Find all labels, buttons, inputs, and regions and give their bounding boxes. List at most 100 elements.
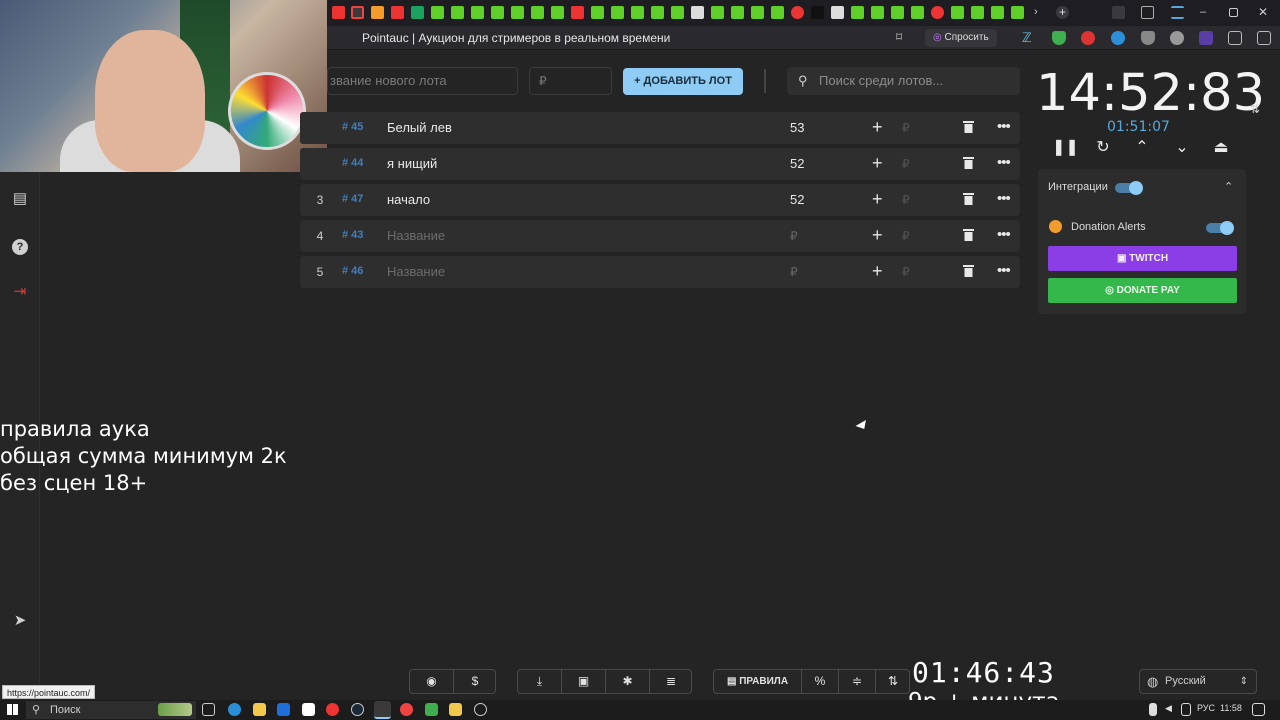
hd-tab-icon[interactable] <box>451 6 464 19</box>
trash-icon[interactable] <box>963 192 974 205</box>
download-icon[interactable]: ⤓ <box>518 670 561 693</box>
add-amount-icon[interactable]: + <box>872 112 883 143</box>
lot-amount[interactable]: 52 <box>790 148 804 180</box>
hd-tab-icon[interactable] <box>531 6 544 19</box>
hd-tab-icon[interactable] <box>911 6 924 19</box>
trash-icon[interactable] <box>963 156 974 169</box>
telegram-icon[interactable]: ➤ <box>10 611 30 631</box>
chevron-up-icon[interactable]: ⌃ <box>1131 137 1153 159</box>
github-tab-icon[interactable] <box>811 6 824 19</box>
hd-tab-icon[interactable] <box>591 6 604 19</box>
lot-extra-amount-input[interactable]: ₽ <box>902 148 910 180</box>
save-icon[interactable]: ▣ <box>562 670 605 693</box>
shield-extension-icon[interactable] <box>1052 31 1066 45</box>
github-icon[interactable]: ◉ <box>410 670 453 693</box>
clear-list-icon[interactable]: ≣ <box>650 670 692 693</box>
clock[interactable]: 11:58 <box>1220 703 1242 713</box>
hd-tab-icon[interactable] <box>511 6 524 19</box>
edge-icon[interactable] <box>228 703 241 716</box>
document-tab-icon[interactable] <box>691 6 704 19</box>
maximize-icon[interactable] <box>1229 8 1238 17</box>
more-options-icon[interactable]: ••• <box>997 220 1011 249</box>
file-explorer-icon[interactable] <box>253 703 266 716</box>
ask-ai-button[interactable]: ◎ Спросить <box>925 29 997 47</box>
tab-scroll-right-icon[interactable]: › <box>1034 6 1047 19</box>
privacy-extension-icon[interactable] <box>1141 31 1155 45</box>
browser-active-icon[interactable] <box>374 701 391 719</box>
lot-row[interactable]: 4 # 43 Название ₽ + ₽ ••• <box>300 220 1020 252</box>
more-options-icon[interactable]: ••• <box>997 112 1011 141</box>
lot-extra-amount-input[interactable]: ₽ <box>902 184 910 216</box>
swap-sort-icon[interactable]: ⇅ <box>1250 102 1260 116</box>
hd-tab-icon[interactable] <box>991 6 1004 19</box>
donate-dollar-icon[interactable]: $ <box>454 670 496 693</box>
app-icon[interactable] <box>425 703 438 716</box>
more-options-icon[interactable]: ••• <box>997 184 1011 213</box>
rules-button[interactable]: ▤ ПРАВИЛА <box>714 670 801 693</box>
percent-button[interactable]: % <box>802 670 838 693</box>
hd-tab-icon[interactable] <box>851 6 864 19</box>
lot-row[interactable]: # 44 я нищий 52 + ₽ ••• <box>300 148 1020 180</box>
language-select[interactable]: ◍ Русский ⇕ <box>1139 669 1257 694</box>
active-tab-icon[interactable] <box>351 6 364 19</box>
store-icon[interactable] <box>302 703 315 716</box>
clipboard-icon[interactable]: ▤ <box>10 189 30 209</box>
logout-icon[interactable]: ⇥ <box>10 282 30 302</box>
yandex-icon[interactable] <box>326 703 339 716</box>
lot-amount[interactable]: ₽ <box>790 220 798 252</box>
add-lot-button[interactable]: + ДОБАВИТЬ ЛОТ <box>623 68 743 95</box>
integrations-toggle[interactable] <box>1115 181 1143 195</box>
extension-icon[interactable] <box>1199 31 1213 45</box>
more-options-icon[interactable]: ••• <box>997 256 1011 285</box>
lot-name[interactable]: Название <box>387 256 445 288</box>
hd-tab-icon[interactable] <box>731 6 744 19</box>
lot-row[interactable]: 5 # 46 Название ₽ + ₽ ••• <box>300 256 1020 288</box>
lot-name[interactable]: Название <box>387 220 445 252</box>
vpn-extension-icon[interactable] <box>1170 31 1184 45</box>
youtube-tab-icon[interactable] <box>571 6 584 19</box>
hd-tab-icon[interactable] <box>751 6 764 19</box>
hd-tab-icon[interactable] <box>971 6 984 19</box>
chevron-up-icon[interactable]: ⌃ <box>1224 180 1233 193</box>
task-view-icon[interactable] <box>202 703 215 716</box>
youtube-tab-icon[interactable] <box>332 6 345 19</box>
sheets-tab-icon[interactable] <box>411 6 424 19</box>
youtube-tab-icon[interactable] <box>391 6 404 19</box>
sort-icon[interactable]: ⇅ <box>876 670 910 693</box>
volume-icon[interactable]: ◀ <box>1165 703 1175 716</box>
more-options-icon[interactable]: ••• <box>997 148 1011 177</box>
trash-icon[interactable] <box>963 228 974 241</box>
trash-icon[interactable] <box>963 120 974 133</box>
hd-tab-icon[interactable] <box>671 6 684 19</box>
hd-tab-icon[interactable] <box>1011 6 1024 19</box>
trash-icon[interactable] <box>963 264 974 277</box>
compact-view-icon[interactable]: ≑ <box>839 670 875 693</box>
hd-tab-icon[interactable] <box>871 6 884 19</box>
twitch-button[interactable]: ▣ TWITCH <box>1048 246 1237 271</box>
eject-up-icon[interactable]: ⏏ <box>1210 137 1232 159</box>
minimize-icon[interactable]: – <box>1200 6 1213 19</box>
chevron-down-icon[interactable]: ⌄ <box>1171 137 1193 159</box>
lot-name[interactable]: я нищий <box>387 148 437 180</box>
downloads-icon[interactable] <box>1257 31 1271 45</box>
menu-icon[interactable] <box>1171 6 1184 19</box>
donationalerts-tab-icon[interactable] <box>371 6 384 19</box>
lot-extra-amount-input[interactable]: ₽ <box>902 220 910 252</box>
lot-amount[interactable]: ₽ <box>790 256 798 288</box>
reset-icon[interactable]: ↻ <box>1092 137 1114 159</box>
hd-tab-icon[interactable] <box>651 6 664 19</box>
microphone-icon[interactable] <box>1149 703 1157 716</box>
yandex-tab-icon[interactable] <box>931 6 944 19</box>
hd-tab-icon[interactable] <box>471 6 484 19</box>
help-icon[interactable]: ? <box>10 236 30 256</box>
document-tab-icon[interactable] <box>831 6 844 19</box>
extension-icon[interactable]: ℤ <box>1022 31 1036 45</box>
hd-tab-icon[interactable] <box>951 6 964 19</box>
lot-row[interactable]: 3 # 47 начало 52 + ₽ ••• <box>300 184 1020 216</box>
tab-manager-icon[interactable] <box>1141 6 1154 19</box>
hd-tab-icon[interactable] <box>771 6 784 19</box>
chrome-icon[interactable] <box>400 703 413 716</box>
bookmark-icon[interactable]: ⌑ <box>896 30 902 44</box>
lot-amount[interactable]: 53 <box>790 112 804 144</box>
yandex-tab-icon[interactable] <box>791 6 804 19</box>
